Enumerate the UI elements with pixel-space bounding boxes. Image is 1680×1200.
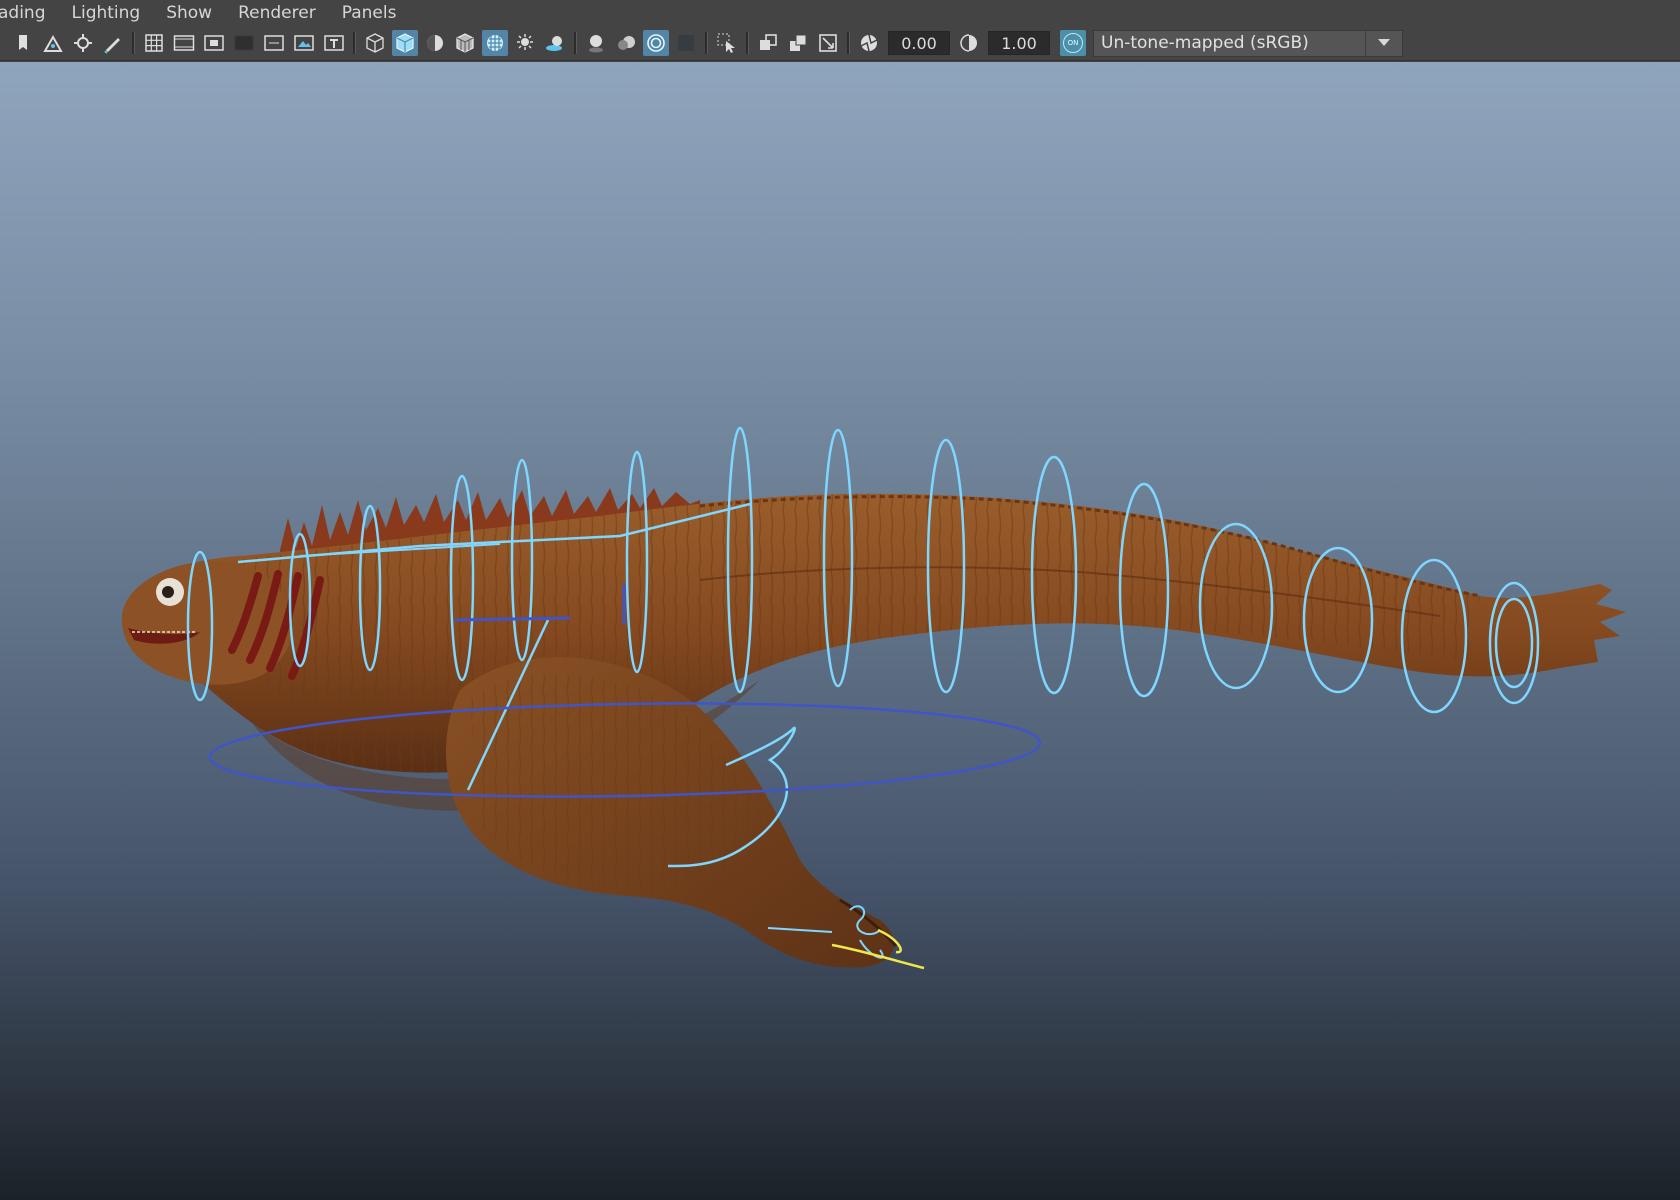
grid-icon[interactable] [141,30,167,56]
color-management-toggle[interactable]: ON [1060,30,1086,56]
xray-active-components-icon[interactable] [785,30,811,56]
menu-renderer[interactable]: Renderer [225,0,329,26]
scene-render [121,426,1626,970]
use-all-lights-icon[interactable] [512,30,538,56]
view-transform-dropdown[interactable]: Un-tone-mapped (sRGB) [1093,29,1403,57]
gate-mask-icon[interactable] [231,30,257,56]
gamma-field[interactable]: 1.00 [988,31,1050,55]
wireframe-on-shaded-icon[interactable] [452,30,478,56]
menu-panels[interactable]: Panels [329,0,410,26]
menu-shading[interactable]: ading [0,0,59,26]
backface-culling-icon[interactable] [815,30,841,56]
toolbar-separator [574,32,577,54]
creature-eye [156,578,184,606]
camera-tumble-icon[interactable] [70,30,96,56]
camera-attributes-icon[interactable] [40,30,66,56]
use-default-material-icon[interactable] [422,30,448,56]
maya-viewport-window: ading Lighting Show Renderer Panels 0.00… [0,0,1680,1200]
safe-title-icon[interactable] [321,30,347,56]
xray-joints-icon[interactable] [755,30,781,56]
gamma-icon[interactable] [956,30,982,56]
film-gate-icon[interactable] [171,30,197,56]
creature-model[interactable] [121,488,1626,968]
ambient-occlusion-icon[interactable] [583,30,609,56]
hip-control[interactable] [454,616,571,622]
toolbar-separator [132,32,135,54]
color-management-badge: ON [1063,33,1083,53]
toolbar-separator [847,32,850,54]
3d-viewport[interactable] [0,62,1680,1200]
field-chart-icon[interactable] [261,30,287,56]
resolution-gate-icon[interactable] [201,30,227,56]
shadows-icon[interactable] [542,30,568,56]
exposure-icon[interactable] [856,30,882,56]
xray-icon[interactable] [482,30,508,56]
panel-toolbar: 0.00 1.00 ON Un-tone-mapped (sRGB) [0,26,1680,61]
menu-lighting[interactable]: Lighting [59,0,154,26]
bookmark-icon[interactable] [10,30,36,56]
exposure-field[interactable]: 0.00 [888,31,950,55]
view-transform-value: Un-tone-mapped (sRGB) [1101,33,1309,53]
smooth-shade-all-icon[interactable] [392,30,418,56]
motion-blur-icon[interactable] [613,30,639,56]
isolate-select-icon[interactable] [714,30,740,56]
menu-show[interactable]: Show [153,0,225,26]
wireframe-icon[interactable] [362,30,388,56]
toolbar-separator [353,32,356,54]
grease-pencil-icon[interactable] [100,30,126,56]
safe-action-icon[interactable] [291,30,317,56]
panel-menu-bar: ading Lighting Show Renderer Panels [0,0,1680,26]
toolbar-separator [705,32,708,54]
depth-of-field-icon[interactable] [673,30,699,56]
chevron-down-icon[interactable] [1365,30,1402,56]
toolbar-separator [746,32,749,54]
multisample-antialiasing-icon[interactable] [643,30,669,56]
